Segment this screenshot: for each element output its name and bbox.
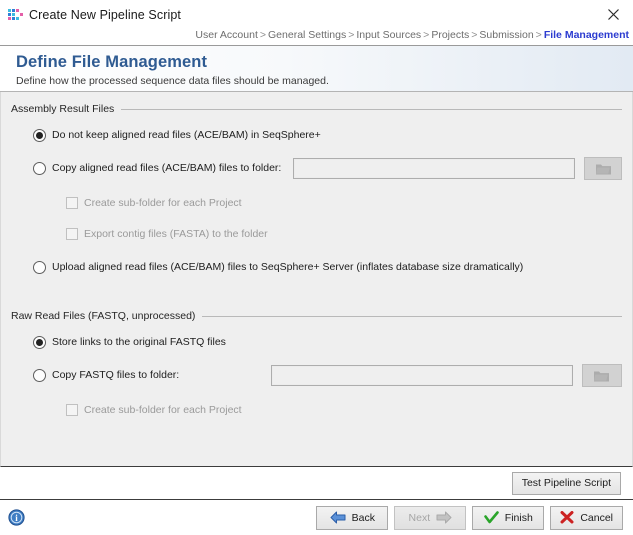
radio-label-copy-fastq-to-folder[interactable]: Copy FASTQ files to folder: <box>52 369 179 382</box>
fastq-folder-path-input[interactable] <box>271 365 572 386</box>
radio-label-store-links-fastq[interactable]: Store links to the original FASTQ files <box>52 336 226 349</box>
group-header: Raw Read Files (FASTQ, unprocessed) <box>11 310 622 322</box>
checkbox-create-subfolder-assembly <box>66 197 78 209</box>
radio-do-not-keep-aligned[interactable] <box>33 129 46 142</box>
breadcrumb-item-file-management: File Management <box>544 29 629 41</box>
breadcrumb-separator: > <box>423 29 429 41</box>
radio-copy-aligned-to-folder[interactable] <box>33 162 46 175</box>
breadcrumb: User Account>General Settings>Input Sour… <box>195 29 629 41</box>
create-new-pipeline-script-dialog: Create New Pipeline Script User Account>… <box>0 0 633 535</box>
page-title: Define File Management <box>16 52 633 72</box>
next-button-label: Next <box>409 512 431 524</box>
footer-bar: i Back Next Finish <box>0 500 633 535</box>
breadcrumb-item-input-sources[interactable]: Input Sources <box>356 29 421 41</box>
checkbox-label-create-subfolder-assembly: Create sub-folder for each Project <box>84 197 242 209</box>
wizard-buttons: Back Next Finish Cancel <box>316 506 623 530</box>
arrow-left-icon <box>330 511 346 524</box>
cancel-button[interactable]: Cancel <box>550 506 623 530</box>
breadcrumb-item-submission[interactable]: Submission <box>479 29 533 41</box>
cancel-button-label: Cancel <box>580 512 613 524</box>
option-copy-aligned-to-folder[interactable]: Copy aligned read files (ACE/BAM) files … <box>33 157 622 180</box>
aligned-folder-path-input[interactable] <box>293 158 575 179</box>
group-divider <box>202 316 622 317</box>
radio-label-copy-aligned-to-folder[interactable]: Copy aligned read files (ACE/BAM) files … <box>52 162 281 175</box>
title-bar: Create New Pipeline Script <box>0 0 633 29</box>
breadcrumb-bar: User Account>General Settings>Input Sour… <box>0 29 633 46</box>
checkbox-label-create-subfolder-fastq: Create sub-folder for each Project <box>84 404 242 416</box>
help-info-icon[interactable]: i <box>8 509 25 526</box>
breadcrumb-item-projects[interactable]: Projects <box>431 29 469 41</box>
breadcrumb-separator: > <box>260 29 266 41</box>
group-header: Assembly Result Files <box>11 103 622 115</box>
checkbox-create-subfolder-fastq <box>66 404 78 416</box>
cancel-x-icon <box>560 511 574 524</box>
radio-copy-fastq-to-folder[interactable] <box>33 369 46 382</box>
page-subtitle: Define how the processed sequence data f… <box>16 75 633 88</box>
option-export-contig-fasta: Export contig files (FASTA) to the folde… <box>66 228 622 240</box>
pipeline-grid-icon <box>8 9 21 20</box>
fastq-folder-browse-button[interactable] <box>582 364 622 387</box>
radio-label-do-not-keep-aligned[interactable]: Do not keep aligned read files (ACE/BAM)… <box>52 129 321 142</box>
group-title-raw-read-files: Raw Read Files (FASTQ, unprocessed) <box>11 310 202 322</box>
option-create-subfolder-assembly: Create sub-folder for each Project <box>66 197 622 209</box>
option-copy-fastq-to-folder[interactable]: Copy FASTQ files to folder: <box>33 364 622 387</box>
page-header: Define File Management Define how the pr… <box>0 46 633 92</box>
breadcrumb-separator: > <box>536 29 542 41</box>
test-bar: Test Pipeline Script <box>0 467 633 500</box>
window-title: Create New Pipeline Script <box>29 8 181 22</box>
arrow-right-icon <box>436 511 452 524</box>
group-assembly-result-files: Assembly Result Files Do not keep aligne… <box>11 103 622 274</box>
radio-label-upload-aligned-to-server[interactable]: Upload aligned read files (ACE/BAM) file… <box>52 261 523 274</box>
test-pipeline-script-button[interactable]: Test Pipeline Script <box>512 472 621 495</box>
finish-button[interactable]: Finish <box>472 506 544 530</box>
content-panel: Assembly Result Files Do not keep aligne… <box>0 92 633 467</box>
back-button[interactable]: Back <box>316 506 388 530</box>
breadcrumb-item-general-settings[interactable]: General Settings <box>268 29 346 41</box>
option-store-links-fastq[interactable]: Store links to the original FASTQ files <box>33 336 622 349</box>
aligned-folder-browse-button[interactable] <box>584 157 622 180</box>
next-button: Next <box>394 506 466 530</box>
option-upload-aligned-to-server[interactable]: Upload aligned read files (ACE/BAM) file… <box>33 261 622 274</box>
group-raw-read-files: Raw Read Files (FASTQ, unprocessed) Stor… <box>11 310 622 416</box>
breadcrumb-separator: > <box>471 29 477 41</box>
group-title-assembly-result-files: Assembly Result Files <box>11 103 121 115</box>
close-icon[interactable] <box>603 5 623 25</box>
check-icon <box>484 511 499 524</box>
radio-upload-aligned-to-server[interactable] <box>33 261 46 274</box>
option-do-not-keep-aligned[interactable]: Do not keep aligned read files (ACE/BAM)… <box>33 129 622 142</box>
breadcrumb-separator: > <box>348 29 354 41</box>
checkbox-label-export-contig-fasta: Export contig files (FASTA) to the folde… <box>84 228 268 240</box>
radio-store-links-fastq[interactable] <box>33 336 46 349</box>
finish-button-label: Finish <box>505 512 533 524</box>
option-create-subfolder-fastq: Create sub-folder for each Project <box>66 404 622 416</box>
checkbox-export-contig-fasta <box>66 228 78 240</box>
back-button-label: Back <box>352 512 375 524</box>
breadcrumb-item-user-account[interactable]: User Account <box>195 29 257 41</box>
group-divider <box>121 109 622 110</box>
